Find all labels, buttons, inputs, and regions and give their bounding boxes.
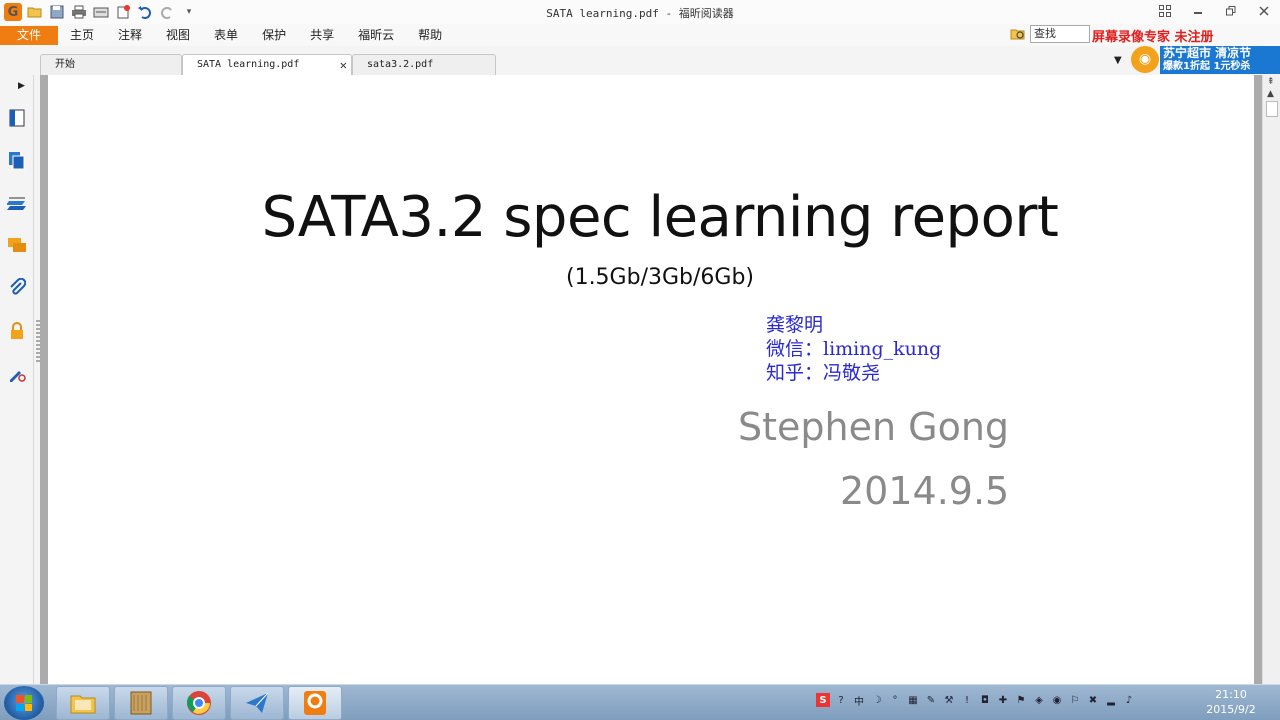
keyboard-icon[interactable]: ▦ — [906, 693, 920, 707]
tab-start[interactable]: 开始 — [40, 54, 182, 75]
bluetooth-icon[interactable]: ◉ — [1050, 693, 1064, 707]
taskbar-archive[interactable] — [114, 686, 168, 720]
restore-button[interactable] — [1214, 0, 1247, 22]
security-icon[interactable]: ✖ — [1086, 693, 1100, 707]
author-chinese-name: 龚黎明 — [766, 314, 824, 336]
paper-plane-icon — [246, 692, 269, 713]
pages-icon[interactable] — [6, 150, 28, 172]
menu-file[interactable]: 文件 — [0, 26, 58, 45]
tab-sata32[interactable]: sata3.2.pdf — [352, 54, 496, 75]
tab-label: SATA learning.pdf — [197, 59, 300, 70]
document-title: SATA3.2 spec learning report — [261, 185, 1059, 250]
network-app-icon[interactable]: ◈ — [1032, 693, 1046, 707]
pdf-page: SATA3.2 spec learning report (1.5Gb/3Gb/… — [48, 75, 1254, 684]
windows-taskbar: S ? 中 ☽ ° ▦ ✎ ⚒ ! ◘ ✚ ⚑ ◈ ◉ ⚐ ✖ ▂ ♪ 21:1… — [0, 684, 1280, 720]
menu-view[interactable]: 视图 — [154, 26, 202, 45]
window-title: SATA learning.pdf - 福昕阅读器 — [546, 7, 734, 20]
menu-form[interactable]: 表单 — [202, 26, 250, 45]
start-button[interactable] — [4, 686, 44, 720]
taskbar-messenger[interactable] — [230, 686, 284, 720]
search-input[interactable]: 查找 — [1030, 25, 1090, 43]
vertical-scrollbar[interactable]: ⇞ ▲ — [1262, 75, 1280, 684]
ad-line-2: 爆款1折起 1元秒杀 — [1163, 61, 1251, 72]
camera-icon[interactable]: ◘ — [978, 693, 992, 707]
shield-icon[interactable]: ✚ — [996, 693, 1010, 707]
menu-comment[interactable]: 注释 — [106, 26, 154, 45]
foxit-pdf-icon — [304, 691, 326, 715]
security-lock-icon[interactable] — [6, 320, 28, 342]
system-tray: S ? 中 ☽ ° ▦ ✎ ⚒ ! ◘ ✚ ⚑ ◈ ◉ ⚐ ✖ ▂ ♪ — [816, 693, 1136, 708]
taskbar-explorer[interactable] — [56, 686, 110, 720]
recorder-watermark: 屏幕录像专家 未注册 — [1092, 30, 1214, 45]
folder-icon — [70, 695, 96, 714]
chrome-icon — [187, 691, 211, 715]
layout-icon[interactable] — [1148, 0, 1181, 22]
close-button[interactable] — [1247, 0, 1280, 22]
minimize-button[interactable] — [1181, 0, 1214, 22]
title-bar: G ▾ SATA learning.pdf - 福昕阅读器 — [0, 0, 1280, 24]
page-thumbnail-icon[interactable] — [6, 107, 28, 129]
ad-line-1: 苏宁超市 清凉节 — [1163, 46, 1252, 60]
foxit-reader-window: G ▾ SATA learning.pdf - 福昕阅读器 文件 主页 注释 视… — [0, 0, 1280, 684]
tab-label: sata3.2.pdf — [367, 59, 434, 70]
action-center-icon[interactable]: ⚐ — [1068, 693, 1082, 707]
scroll-up-icon[interactable]: ▲ — [1267, 89, 1274, 99]
search-folder-icon[interactable] — [1010, 27, 1026, 41]
menu-share[interactable]: 共享 — [298, 26, 346, 45]
punctuation-icon[interactable]: ° — [888, 693, 902, 707]
document-viewport: SATA3.2 spec learning report (1.5Gb/3Gb/… — [40, 75, 1262, 684]
author-zhihu: 知乎：冯敬尧 — [766, 362, 881, 384]
advertisement-banner[interactable]: 苏宁超市 清凉节 爆款1折起 1元秒杀 — [1160, 46, 1280, 74]
menu-foxit-cloud[interactable]: 福昕云 — [346, 26, 406, 45]
tray-expand-icon[interactable]: ! — [960, 693, 974, 707]
tab-list-dropdown-icon[interactable]: ▼ — [1114, 55, 1122, 66]
tools-icon[interactable]: ⚒ — [942, 693, 956, 707]
scroll-top-icon[interactable]: ⇞ — [1267, 77, 1275, 87]
document-date: 2014.9.5 — [840, 469, 1010, 513]
windows-logo-icon — [16, 695, 32, 711]
clock-date: 2015/9/2 — [1206, 703, 1256, 716]
tab-label: 开始 — [55, 59, 75, 70]
menu-help[interactable]: 帮助 — [406, 26, 454, 45]
expand-panel-icon[interactable]: ▶ — [18, 81, 25, 91]
taskbar-chrome[interactable] — [172, 686, 226, 720]
tab-sata-learning[interactable]: SATA learning.pdf ✕ — [182, 54, 352, 75]
document-subtitle: (1.5Gb/3Gb/6Gb) — [565, 265, 754, 290]
ime-chinese-icon[interactable]: 中 — [852, 693, 866, 708]
menu-items: 主页 注释 视图 表单 保护 共享 福昕云 帮助 — [58, 26, 454, 45]
menu-protect[interactable]: 保护 — [250, 26, 298, 45]
scrollbar-thumb[interactable] — [1266, 101, 1278, 117]
close-icon[interactable]: ✕ — [340, 55, 347, 75]
window-controls — [1148, 0, 1280, 22]
menu-home[interactable]: 主页 — [58, 26, 106, 45]
moon-icon[interactable]: ☽ — [870, 693, 884, 707]
attachment-icon[interactable] — [6, 277, 28, 299]
author-english-name: Stephen Gong — [738, 405, 1010, 449]
help-icon[interactable]: ? — [834, 693, 848, 707]
author-wechat: 微信：liming_kung — [766, 338, 942, 360]
taskbar-foxit[interactable] — [288, 686, 342, 720]
network-signal-icon[interactable]: ▂ — [1104, 693, 1118, 707]
suning-logo-icon[interactable]: ◉ — [1131, 46, 1159, 73]
clock-time: 21:10 — [1215, 688, 1247, 701]
comments-icon[interactable] — [6, 235, 28, 257]
archive-icon — [130, 691, 152, 715]
volume-icon[interactable]: ♪ — [1122, 693, 1136, 707]
author-contact-block: 龚黎明 微信：liming_kung 知乎：冯敬尧 — [766, 313, 941, 385]
layers-icon[interactable] — [6, 193, 28, 215]
settings-icon[interactable]: ✎ — [924, 693, 938, 707]
navigation-panel: ▶ — [0, 75, 34, 684]
flag-icon[interactable]: ⚑ — [1014, 693, 1028, 707]
document-tab-bar: 开始 SATA learning.pdf ✕ sata3.2.pdf — [0, 50, 1130, 75]
taskbar-clock[interactable]: 21:10 2015/9/2 — [1196, 687, 1266, 717]
signature-icon[interactable] — [6, 363, 28, 385]
sogou-input-icon[interactable]: S — [816, 693, 830, 707]
